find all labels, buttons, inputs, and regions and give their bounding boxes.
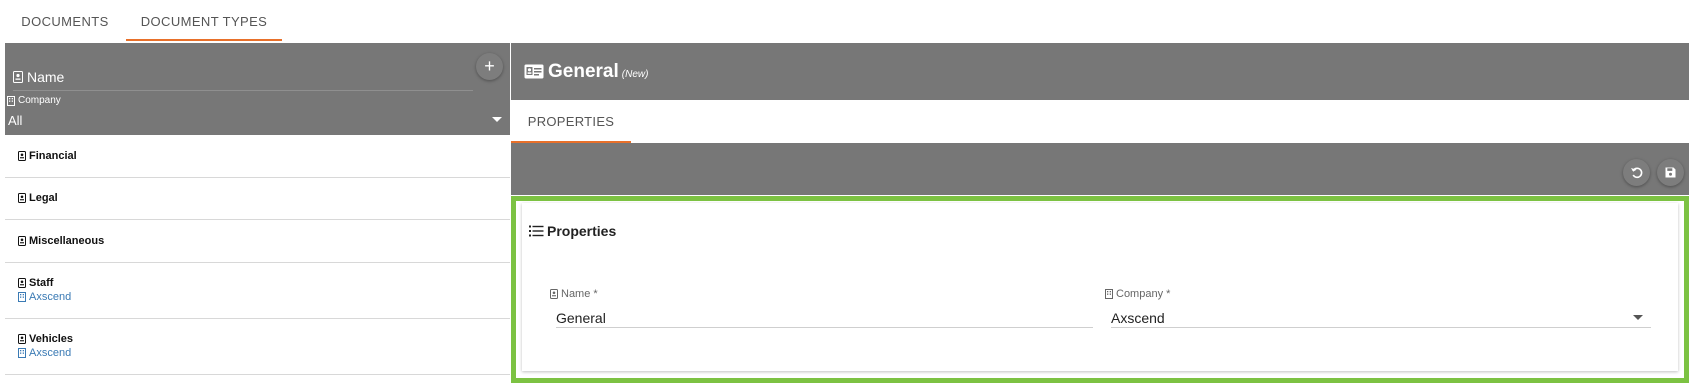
name-field-value: General [556,310,606,326]
name-field[interactable]: Name * General [550,288,1093,328]
list-item-company: Axscend [29,347,72,359]
save-icon [1665,167,1676,178]
building-icon [1105,289,1113,299]
detail-title: General [548,61,619,82]
undo-button[interactable] [1623,159,1650,186]
add-document-type-button[interactable]: + [476,53,503,80]
tab-document-types[interactable]: DOCUMENT TYPES [126,0,282,43]
list-item[interactable]: Staff Axscend [5,263,510,319]
list-item[interactable]: Financial [5,135,510,178]
building-icon [18,292,26,302]
chevron-down-icon [492,117,502,122]
detail-tab-bar: PROPERTIES [511,100,1689,143]
building-icon [18,348,26,358]
list-item-name: Financial [29,150,77,162]
tab-properties[interactable]: PROPERTIES [511,100,631,143]
name-filter-label: Name [27,69,65,85]
list-item[interactable]: Vehicles Axscend [5,319,510,375]
plus-icon: + [484,56,495,76]
list-item[interactable]: Legal [5,178,510,220]
properties-section: Properties Name * General Company * Axsc… [511,196,1689,383]
list-item-name: Miscellaneous [29,235,105,247]
undo-icon [1630,166,1643,179]
section-title: Properties [547,223,617,239]
id-badge-icon [18,278,26,288]
company-field-label: Company * [1116,288,1171,300]
document-type-list: Financial Legal Miscellaneous Staff Axsc… [5,135,510,375]
name-filter-field[interactable]: Name [13,67,473,91]
company-field-value: Axscend [1111,310,1165,326]
id-badge-icon [18,334,26,344]
company-filter-select[interactable]: Company All [7,95,507,131]
id-badge-icon [550,289,558,299]
id-badge-icon [18,151,26,161]
id-card-icon [524,64,544,79]
detail-toolbar [511,143,1689,195]
save-button[interactable] [1657,159,1684,186]
list-item-company: Axscend [29,291,72,303]
building-icon [7,95,15,106]
id-badge-icon [18,193,26,203]
company-filter-value: All [8,113,23,128]
company-select[interactable]: Company * Axscend [1105,288,1651,328]
tab-documents[interactable]: DOCUMENTS [6,0,124,43]
list-item[interactable]: Miscellaneous [5,220,510,263]
id-badge-icon [13,71,23,83]
name-field-label: Name * [561,288,598,300]
detail-header: General (New) [511,43,1689,100]
company-filter-label: Company [18,95,61,106]
list-item-name: Vehicles [29,333,74,345]
list-item-name: Legal [29,192,58,204]
list-icon [529,225,544,237]
filter-panel: Name + Company All [5,43,510,135]
top-tab-bar: DOCUMENTS DOCUMENT TYPES [0,0,1696,43]
chevron-down-icon [1633,315,1643,320]
id-badge-icon [18,236,26,246]
new-badge: (New) [621,69,649,80]
list-item-name: Staff [29,277,54,289]
properties-card: Properties Name * General Company * Axsc… [522,203,1678,371]
